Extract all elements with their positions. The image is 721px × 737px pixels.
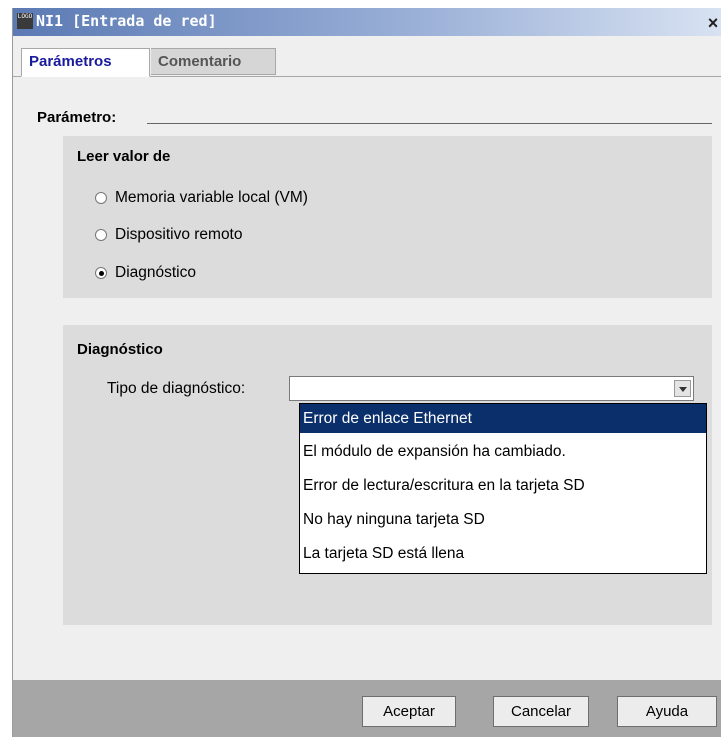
title-bar[interactable]: LOGO NI1 [Entrada de red] × <box>13 8 721 36</box>
dropdown-option[interactable]: El módulo de expansión ha cambiado. <box>300 437 706 466</box>
logo-app-icon: LOGO <box>17 13 33 29</box>
radio-circle[interactable] <box>95 229 107 241</box>
window-title: NI1 [Entrada de red] <box>36 12 217 30</box>
tab-comentario[interactable]: Comentario <box>151 48 276 75</box>
parameter-section-label: Parámetro: <box>37 109 117 126</box>
diagnostic-dropdown-list: Error de enlace Ethernet El módulo de ex… <box>299 403 707 574</box>
dropdown-button[interactable] <box>674 380 691 397</box>
radio-circle-checked[interactable] <box>95 267 107 279</box>
section-divider <box>147 123 712 124</box>
dropdown-option[interactable]: Error de lectura/escritura en la tarjeta… <box>300 471 706 500</box>
diagnostic-title: Diagnóstico <box>77 341 163 358</box>
dropdown-option[interactable]: La tarjeta SD está llena <box>300 539 706 568</box>
radio-label: Diagnóstico <box>115 264 196 281</box>
dropdown-option[interactable]: Error de enlace Ethernet <box>300 404 706 433</box>
read-from-title: Leer valor de <box>77 148 171 165</box>
chevron-down-icon <box>679 387 687 392</box>
tab-parametros[interactable]: Parámetros <box>21 48 150 77</box>
read-from-group: Leer valor de Memoria variable local (VM… <box>63 136 712 298</box>
diagnostic-type-select[interactable] <box>289 376 694 401</box>
tab-bar: Parámetros Comentario <box>13 48 721 77</box>
ok-button[interactable]: Aceptar <box>362 696 456 727</box>
cancel-button[interactable]: Cancelar <box>493 696 589 727</box>
button-bar: Aceptar Cancelar Ayuda <box>13 680 721 737</box>
dropdown-option[interactable]: No hay ninguna tarjeta SD <box>300 505 706 534</box>
help-button[interactable]: Ayuda <box>617 696 717 727</box>
radio-label: Dispositivo remoto <box>115 226 243 243</box>
close-icon[interactable]: × <box>704 14 721 32</box>
dialog-window: LOGO NI1 [Entrada de red] × Parámetros C… <box>12 8 721 737</box>
radio-selected-dot <box>99 271 104 276</box>
radio-label: Memoria variable local (VM) <box>115 189 308 206</box>
diagnostic-type-label: Tipo de diagnóstico: <box>107 380 246 397</box>
radio-circle[interactable] <box>95 192 107 204</box>
